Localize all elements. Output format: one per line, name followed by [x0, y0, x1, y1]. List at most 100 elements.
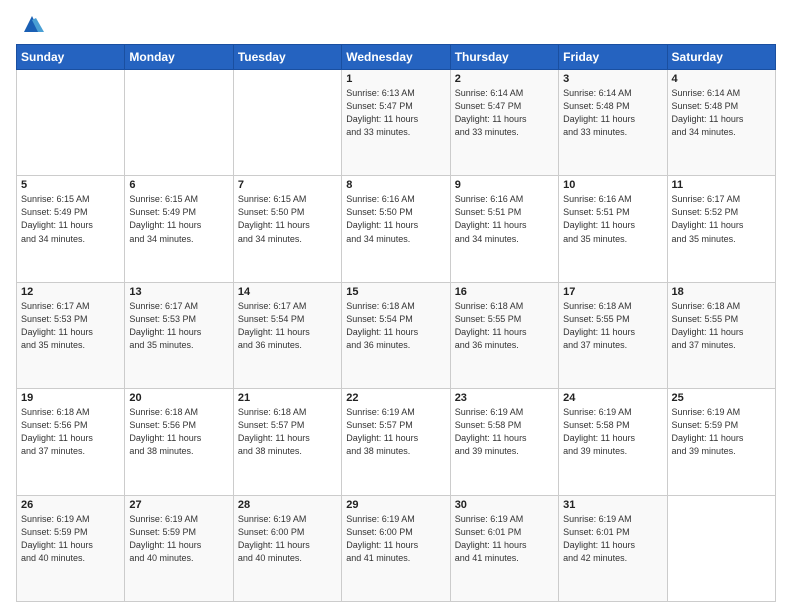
calendar-cell: [125, 70, 233, 176]
day-info: Sunrise: 6:18 AM Sunset: 5:55 PM Dayligh…: [563, 300, 662, 352]
day-info: Sunrise: 6:13 AM Sunset: 5:47 PM Dayligh…: [346, 87, 445, 139]
calendar-cell: 19 Sunrise: 6:18 AM Sunset: 5:56 PM Dayli…: [17, 389, 125, 495]
day-info: Sunrise: 6:19 AM Sunset: 6:00 PM Dayligh…: [238, 513, 337, 565]
day-number: 27: [129, 499, 228, 511]
calendar-cell: 31Sunrise: 6:19 AM Sunset: 6:01 PM Dayli…: [559, 495, 667, 601]
day-number: 30: [455, 499, 554, 511]
calendar-cell: 25 Sunrise: 6:19 AM Sunset: 5:59 PM Dayli…: [667, 389, 775, 495]
day-number: 24: [563, 392, 662, 404]
calendar-cell: 12Sunrise: 6:17 AM Sunset: 5:53 PM Dayli…: [17, 282, 125, 388]
day-number: 23: [455, 392, 554, 404]
day-number: 22: [346, 392, 445, 404]
day-number: 18: [672, 286, 771, 298]
day-number: 14: [238, 286, 337, 298]
day-number: 17: [563, 286, 662, 298]
calendar-cell: 6 Sunrise: 6:15 AM Sunset: 5:49 PM Daylig…: [125, 176, 233, 282]
day-number: 19: [21, 392, 120, 404]
day-number: 6: [129, 179, 228, 191]
day-info: Sunrise: 6:15 AM Sunset: 5:49 PM Dayligh…: [129, 193, 228, 245]
calendar-cell: 30 Sunrise: 6:19 AM Sunset: 6:01 PM Dayli…: [450, 495, 558, 601]
calendar-cell: 28 Sunrise: 6:19 AM Sunset: 6:00 PM Dayli…: [233, 495, 341, 601]
day-number: 28: [238, 499, 337, 511]
day-info: Sunrise: 6:17 AM Sunset: 5:54 PM Dayligh…: [238, 300, 337, 352]
day-number: 25: [672, 392, 771, 404]
day-info: Sunrise: 6:18 AM Sunset: 5:55 PM Dayligh…: [672, 300, 771, 352]
day-number: 8: [346, 179, 445, 191]
day-info: Sunrise: 6:16 AM Sunset: 5:50 PM Dayligh…: [346, 193, 445, 245]
calendar-cell: 10Sunrise: 6:16 AM Sunset: 5:51 PM Dayli…: [559, 176, 667, 282]
calendar-cell: 22Sunrise: 6:19 AM Sunset: 5:57 PM Dayli…: [342, 389, 450, 495]
calendar-cell: [17, 70, 125, 176]
day-number: 26: [21, 499, 120, 511]
calendar-cell: 18 Sunrise: 6:18 AM Sunset: 5:55 PM Dayli…: [667, 282, 775, 388]
calendar-cell: 3 Sunrise: 6:14 AM Sunset: 5:48 PM Daylig…: [559, 70, 667, 176]
day-info: Sunrise: 6:14 AM Sunset: 5:48 PM Dayligh…: [672, 87, 771, 139]
weekday-header-row: SundayMondayTuesdayWednesdayThursdayFrid…: [17, 45, 776, 70]
day-info: Sunrise: 6:16 AM Sunset: 5:51 PM Dayligh…: [455, 193, 554, 245]
weekday-header-monday: Monday: [125, 45, 233, 70]
weekday-header-friday: Friday: [559, 45, 667, 70]
day-info: Sunrise: 6:19 AM Sunset: 5:58 PM Dayligh…: [455, 406, 554, 458]
calendar-cell: 16 Sunrise: 6:18 AM Sunset: 5:55 PM Dayli…: [450, 282, 558, 388]
day-info: Sunrise: 6:17 AM Sunset: 5:52 PM Dayligh…: [672, 193, 771, 245]
calendar-cell: 2 Sunrise: 6:14 AM Sunset: 5:47 PM Daylig…: [450, 70, 558, 176]
day-number: 21: [238, 392, 337, 404]
calendar-cell: 20 Sunrise: 6:18 AM Sunset: 5:56 PM Dayli…: [125, 389, 233, 495]
day-info: Sunrise: 6:18 AM Sunset: 5:57 PM Dayligh…: [238, 406, 337, 458]
day-number: 3: [563, 73, 662, 85]
calendar-cell: 5 Sunrise: 6:15 AM Sunset: 5:49 PM Daylig…: [17, 176, 125, 282]
logo: [16, 10, 46, 38]
calendar-cell: 17 Sunrise: 6:18 AM Sunset: 5:55 PM Dayli…: [559, 282, 667, 388]
day-info: Sunrise: 6:15 AM Sunset: 5:49 PM Dayligh…: [21, 193, 120, 245]
weekday-header-tuesday: Tuesday: [233, 45, 341, 70]
day-number: 12: [21, 286, 120, 298]
day-info: Sunrise: 6:18 AM Sunset: 5:55 PM Dayligh…: [455, 300, 554, 352]
day-info: Sunrise: 6:18 AM Sunset: 5:56 PM Dayligh…: [21, 406, 120, 458]
day-info: Sunrise: 6:19 AM Sunset: 5:58 PM Dayligh…: [563, 406, 662, 458]
day-info: Sunrise: 6:19 AM Sunset: 5:59 PM Dayligh…: [129, 513, 228, 565]
calendar-cell: 13Sunrise: 6:17 AM Sunset: 5:53 PM Dayli…: [125, 282, 233, 388]
day-number: 13: [129, 286, 228, 298]
day-number: 2: [455, 73, 554, 85]
day-number: 29: [346, 499, 445, 511]
calendar-cell: 24 Sunrise: 6:19 AM Sunset: 5:58 PM Dayli…: [559, 389, 667, 495]
day-number: 4: [672, 73, 771, 85]
calendar-week-1: 1 Sunrise: 6:13 AM Sunset: 5:47 PM Daylig…: [17, 70, 776, 176]
calendar-cell: 15Sunrise: 6:18 AM Sunset: 5:54 PM Dayli…: [342, 282, 450, 388]
day-info: Sunrise: 6:19 AM Sunset: 6:01 PM Dayligh…: [455, 513, 554, 565]
logo-icon: [18, 10, 46, 38]
day-number: 7: [238, 179, 337, 191]
calendar-week-5: 26 Sunrise: 6:19 AM Sunset: 5:59 PM Dayli…: [17, 495, 776, 601]
day-number: 20: [129, 392, 228, 404]
day-info: Sunrise: 6:18 AM Sunset: 5:56 PM Dayligh…: [129, 406, 228, 458]
day-info: Sunrise: 6:18 AM Sunset: 5:54 PM Dayligh…: [346, 300, 445, 352]
calendar-cell: [233, 70, 341, 176]
calendar-cell: 27 Sunrise: 6:19 AM Sunset: 5:59 PM Dayli…: [125, 495, 233, 601]
day-info: Sunrise: 6:19 AM Sunset: 5:59 PM Dayligh…: [21, 513, 120, 565]
header: [16, 10, 776, 38]
calendar-week-3: 12Sunrise: 6:17 AM Sunset: 5:53 PM Dayli…: [17, 282, 776, 388]
calendar-cell: 26 Sunrise: 6:19 AM Sunset: 5:59 PM Dayli…: [17, 495, 125, 601]
day-info: Sunrise: 6:19 AM Sunset: 5:59 PM Dayligh…: [672, 406, 771, 458]
day-number: 9: [455, 179, 554, 191]
calendar-cell: 29 Sunrise: 6:19 AM Sunset: 6:00 PM Dayli…: [342, 495, 450, 601]
calendar-cell: 8 Sunrise: 6:16 AM Sunset: 5:50 PM Daylig…: [342, 176, 450, 282]
page: SundayMondayTuesdayWednesdayThursdayFrid…: [0, 0, 792, 612]
calendar-cell: 21 Sunrise: 6:18 AM Sunset: 5:57 PM Dayli…: [233, 389, 341, 495]
weekday-header-thursday: Thursday: [450, 45, 558, 70]
weekday-header-saturday: Saturday: [667, 45, 775, 70]
day-number: 5: [21, 179, 120, 191]
calendar-cell: 4 Sunrise: 6:14 AM Sunset: 5:48 PM Daylig…: [667, 70, 775, 176]
calendar-table: SundayMondayTuesdayWednesdayThursdayFrid…: [16, 44, 776, 602]
day-number: 31: [563, 499, 662, 511]
day-info: Sunrise: 6:19 AM Sunset: 6:00 PM Dayligh…: [346, 513, 445, 565]
calendar-week-4: 19 Sunrise: 6:18 AM Sunset: 5:56 PM Dayli…: [17, 389, 776, 495]
day-number: 11: [672, 179, 771, 191]
day-info: Sunrise: 6:14 AM Sunset: 5:47 PM Dayligh…: [455, 87, 554, 139]
day-info: Sunrise: 6:14 AM Sunset: 5:48 PM Dayligh…: [563, 87, 662, 139]
weekday-header-sunday: Sunday: [17, 45, 125, 70]
day-info: Sunrise: 6:16 AM Sunset: 5:51 PM Dayligh…: [563, 193, 662, 245]
day-number: 1: [346, 73, 445, 85]
day-number: 16: [455, 286, 554, 298]
calendar-cell: 11 Sunrise: 6:17 AM Sunset: 5:52 PM Dayli…: [667, 176, 775, 282]
